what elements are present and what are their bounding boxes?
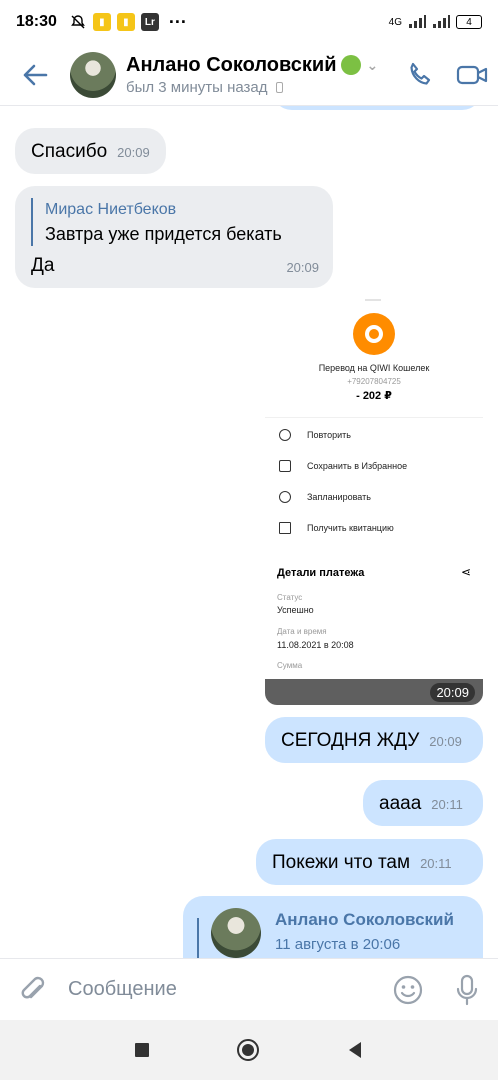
action-label: Повторить [307, 430, 351, 440]
contact-name: Анлано Соколовский [126, 53, 337, 76]
contact-avatar[interactable] [70, 51, 116, 98]
message-time: 20:09 [117, 145, 150, 160]
mute-bell-icon [69, 13, 87, 31]
battery-icon: 4 [456, 15, 482, 29]
details-title: Детали платежа [277, 567, 365, 579]
receipt-icon [279, 522, 291, 534]
status-bar: 18:30 ▮ ▮ Lr ··· 4G 4 [0, 0, 498, 44]
action-favorite: Сохранить в Избранное [279, 456, 407, 476]
forward-line [197, 918, 199, 958]
phone-icon [410, 62, 431, 85]
status-label: Статус [277, 593, 303, 602]
transfer-phone: +79207804725 [347, 377, 401, 386]
message-list[interactable]: Спасибо 20:09 Мирас Ниетбеков Завтра уже … [0, 106, 498, 958]
sum-label: Сумма [277, 661, 303, 670]
network-type: 4G [388, 16, 402, 28]
back-nav-icon[interactable] [347, 1041, 363, 1059]
message-text: СЕГОДНЯ ЖДУ [281, 730, 420, 751]
green-apple-icon [340, 55, 361, 75]
status-time: 18:30 [16, 13, 57, 30]
transfer-title: Перевод на QIWI Кошелек [318, 363, 430, 373]
message-bubble-incoming[interactable]: Спасибо 20:09 [15, 128, 166, 174]
contact-info[interactable]: Анлано Соколовский ⌄ был 3 минуты назад [126, 54, 394, 96]
back-arrow-icon [23, 64, 48, 85]
date-label: Дата и время [277, 627, 327, 636]
image-top-handle [365, 299, 381, 301]
message-time: 20:09 [429, 734, 462, 749]
reply-quote[interactable]: Мирас Ниетбеков Завтра уже придется бека… [31, 198, 317, 246]
video-camera-icon [456, 65, 488, 84]
share-icon: ⋖ [460, 565, 471, 579]
transfer-amount: - 202 ₽ [356, 390, 392, 402]
date-value: 11.08.2021 в 20:08 [277, 640, 354, 650]
action-label: Сохранить в Избранное [307, 461, 408, 471]
reply-text: Завтра уже придется бекать [45, 224, 282, 244]
status-value: Успешно [277, 605, 314, 615]
message-text: Покежи что там [272, 852, 411, 873]
image-time: 20:09 [430, 683, 475, 702]
message-text: аааа [379, 793, 422, 814]
voice-message-button[interactable] [436, 959, 498, 1021]
message-bubble-incoming-reply[interactable]: Мирас Ниетбеков Завтра уже придется бека… [15, 186, 333, 288]
call-button[interactable] [394, 44, 446, 106]
qiwi-logo-icon [353, 313, 395, 355]
notification-app-icon: ▮ [92, 13, 111, 31]
forward-author-avatar[interactable] [211, 908, 261, 958]
signal-icon-2 [433, 15, 450, 28]
video-call-button[interactable] [446, 44, 498, 106]
more-notifications-icon: ··· [168, 11, 187, 32]
message-input[interactable]: Сообщение [68, 978, 380, 1001]
message-time: 20:09 [286, 260, 319, 275]
message-bubble-outgoing[interactable]: Покежи что там 20:11 [256, 839, 483, 885]
last-seen-status: был 3 минуты назад [126, 78, 268, 96]
message-bubble-partial[interactable] [272, 106, 482, 110]
forward-author-name[interactable]: Анлано Соколовский [275, 910, 454, 930]
message-text: Да [31, 255, 55, 276]
mobile-device-icon [275, 82, 283, 94]
forward-date: 11 августа в 20:06 [275, 936, 401, 953]
signal-icon [409, 15, 426, 28]
paperclip-icon [21, 976, 45, 998]
message-bubble-outgoing[interactable]: СЕГОДНЯ ЖДУ 20:09 [265, 717, 483, 763]
repeat-icon [279, 429, 291, 441]
smile-icon [393, 975, 423, 1004]
action-receipt: Получить квитанцию [279, 518, 394, 538]
system-nav-bar [0, 1020, 498, 1080]
home-button[interactable] [237, 1039, 259, 1061]
attach-button[interactable] [0, 959, 68, 1021]
action-schedule: Запланировать [279, 487, 371, 507]
emoji-button[interactable] [380, 959, 436, 1021]
action-label: Запланировать [307, 492, 371, 502]
action-label: Получить квитанцию [307, 523, 394, 533]
message-text: Спасибо [31, 141, 108, 162]
chat-header: Анлано Соколовский ⌄ был 3 минуты назад [0, 44, 498, 106]
recent-apps-button[interactable] [135, 1043, 149, 1057]
reply-author: Мирас Ниетбеков [45, 201, 177, 218]
message-composer: Сообщение [0, 958, 498, 1020]
notification-app-icon-2: ▮ [116, 13, 135, 31]
image-attachment[interactable]: Перевод на QIWI Кошелек +79207804725 - 2… [265, 299, 483, 705]
action-repeat: Повторить [279, 425, 351, 445]
back-button[interactable] [0, 44, 70, 106]
chevron-down-icon: ⌄ [366, 56, 379, 73]
clock-icon [279, 491, 291, 503]
microphone-icon [456, 974, 478, 1005]
star-icon [279, 460, 291, 472]
message-time: 20:11 [431, 797, 463, 812]
message-bubble-outgoing[interactable]: аааа 20:11 [363, 780, 483, 826]
lightroom-icon: Lr [140, 13, 159, 31]
divider [265, 417, 483, 418]
message-time: 20:11 [420, 856, 452, 871]
forwarded-message[interactable]: Анлано Соколовский 11 августа в 20:06 [183, 896, 483, 958]
